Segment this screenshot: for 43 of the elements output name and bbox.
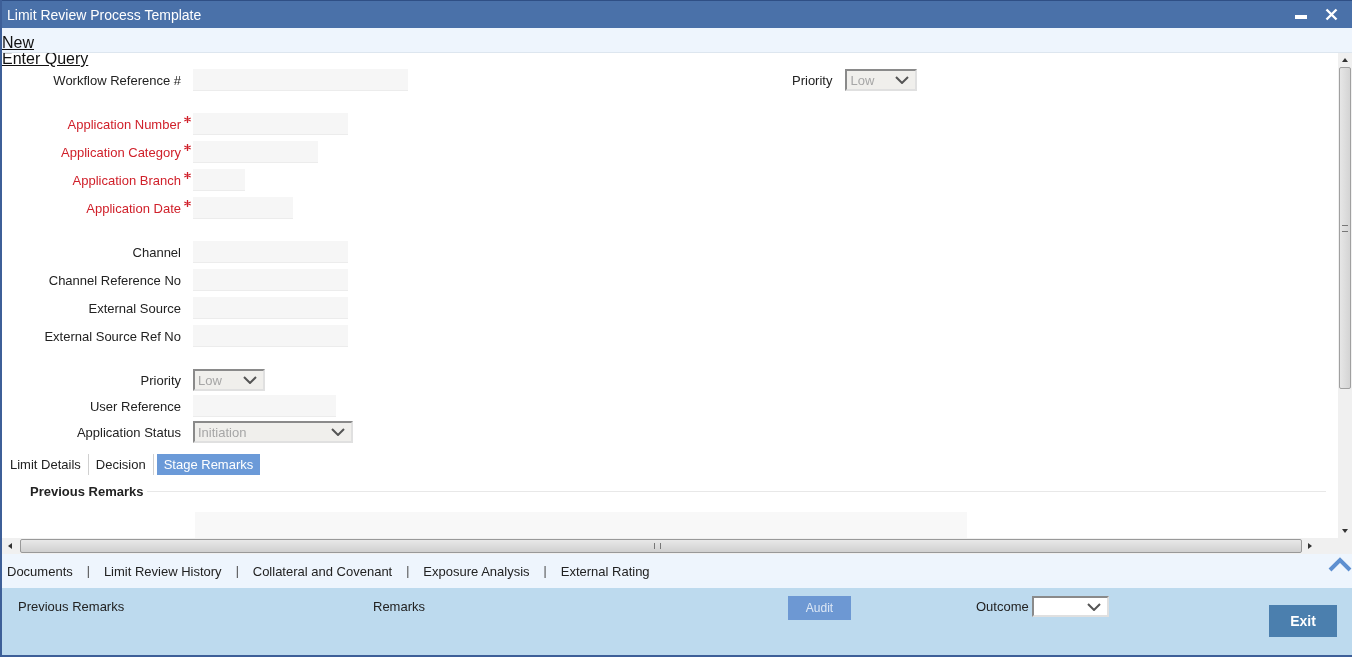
field-label: External Source (87, 300, 181, 316)
footer-label: Previous Remarks (18, 599, 125, 614)
field-label: Application Number (66, 116, 181, 132)
close-icon[interactable] (1325, 8, 1338, 21)
enter-query-link[interactable]: Enter Query (2, 53, 89, 68)
caret-icon (243, 376, 257, 384)
link-separator: | (543, 564, 547, 578)
field-label: Priority (792, 72, 833, 88)
vertical-scrollbar[interactable] (1338, 53, 1352, 538)
section-title: Previous Remarks (30, 483, 144, 499)
tab[interactable]: Decision (91, 454, 150, 475)
window-title: Limit Review Process Template (7, 6, 203, 23)
caret-icon (1087, 602, 1101, 611)
field-label: Priority (139, 372, 181, 388)
footer-label: Remarks (373, 599, 425, 614)
horizontal-scrollbar[interactable] (2, 538, 1352, 554)
remarks-field[interactable] (195, 511, 967, 538)
link-separator: | (86, 564, 90, 578)
link-separator: | (406, 564, 410, 578)
nav-link[interactable]: Exposure Analysis (423, 563, 530, 579)
field-label: External Source Ref No (43, 328, 181, 344)
field-label: Application Status (75, 424, 181, 440)
field-label: Application Date (85, 200, 181, 216)
field-label: Channel Reference No (47, 272, 181, 288)
caret-icon (895, 76, 910, 84)
nav-link[interactable]: External Rating (560, 563, 650, 579)
new-link[interactable]: New (2, 34, 34, 52)
link-separator: | (235, 564, 239, 578)
field-label: Workflow Reference # (52, 72, 181, 88)
outcome-dropdown[interactable] (1032, 596, 1109, 617)
minimize-icon[interactable] (1295, 15, 1307, 20)
chevron-up-icon[interactable] (1328, 557, 1352, 572)
nav-link[interactable]: Collateral and Covenant (252, 563, 393, 579)
exit-button[interactable]: Exit (1269, 605, 1337, 637)
nav-link[interactable]: Documents (7, 563, 73, 579)
tab[interactable]: Limit Details (6, 454, 85, 475)
field-label: Channel (131, 244, 181, 260)
caret-icon (331, 428, 345, 436)
field-label: User Reference (88, 398, 181, 414)
nav-link[interactable]: Limit Review History (103, 563, 222, 579)
outcome-label: Outcome (976, 599, 1029, 614)
field-label: Application Category (60, 144, 181, 160)
field-label: Application Branch (71, 172, 181, 188)
